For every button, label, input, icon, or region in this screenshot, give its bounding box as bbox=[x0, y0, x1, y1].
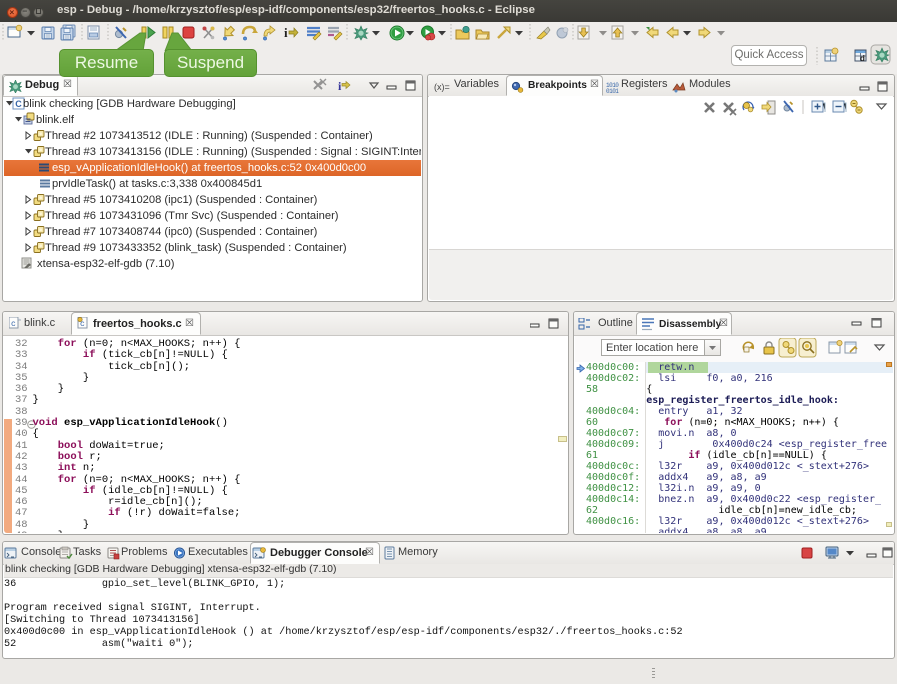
svg-text:C: C bbox=[15, 99, 22, 109]
svg-text:0101: 0101 bbox=[606, 88, 619, 94]
svg-text:c: c bbox=[11, 320, 16, 329]
svg-text:i: i bbox=[338, 79, 342, 93]
svg-text:d: d bbox=[860, 54, 865, 63]
svg-text:(x)=: (x)= bbox=[434, 82, 450, 92]
svg-text:i: i bbox=[284, 25, 288, 40]
